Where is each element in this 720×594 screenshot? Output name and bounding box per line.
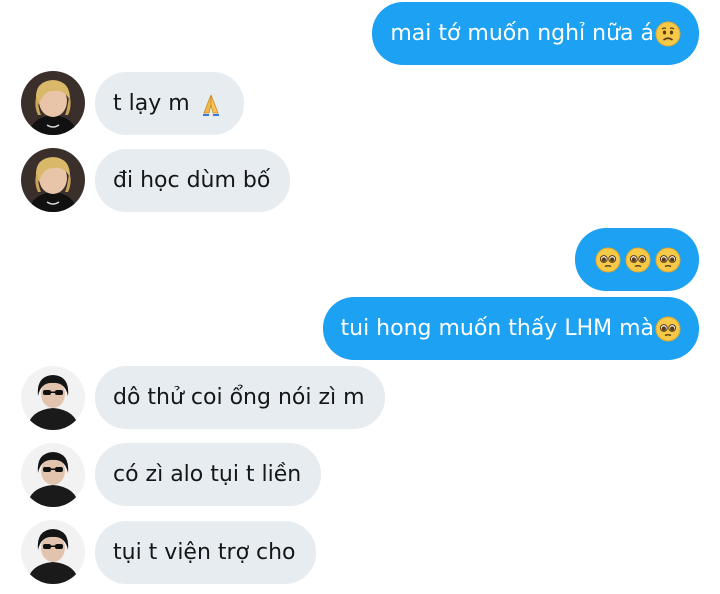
message-text: tụi t viện trợ cho [113, 540, 296, 565]
pleading-face-icon [595, 247, 621, 272]
folded-hands-icon [202, 94, 219, 116]
pleading-face-icon [655, 247, 681, 272]
dark-hair-avatar[interactable] [21, 443, 85, 507]
message-bubble[interactable] [575, 228, 699, 291]
message-incoming: có zì alo tụi t liền [95, 443, 322, 506]
message-incoming: t lạy m [95, 72, 244, 135]
message-text: mai tớ muốn nghỉ nữa á [390, 21, 654, 46]
message-text: có zì alo tụi t liền [113, 462, 302, 487]
message-incoming: đi học dùm bố [95, 149, 291, 212]
blonde-avatar[interactable] [21, 71, 85, 135]
message-incoming: tụi t viện trợ cho [95, 521, 316, 584]
message-bubble[interactable]: tui hong muốn thấy LHM mà [322, 297, 699, 360]
message-bubble[interactable]: dô thử coi ổng nói zì m [95, 366, 385, 429]
dark-hair-avatar[interactable] [21, 366, 85, 430]
worried-face-icon [655, 21, 681, 46]
message-text: đi học dùm bố [113, 168, 271, 193]
message-bubble[interactable]: tụi t viện trợ cho [95, 521, 316, 584]
message-bubble[interactable]: có zì alo tụi t liền [95, 443, 322, 506]
message-outgoing: tui hong muốn thấy LHM mà [322, 297, 699, 360]
message-bubble[interactable]: t lạy m [95, 72, 244, 135]
pleading-face-icon [625, 247, 651, 272]
message-outgoing: mai tớ muốn nghỉ nữa á [372, 2, 699, 65]
message-outgoing [575, 228, 699, 291]
message-text: tui hong muốn thấy LHM mà [340, 316, 655, 341]
blonde-avatar[interactable] [21, 148, 85, 212]
dark-hair-avatar[interactable] [21, 520, 85, 584]
message-bubble[interactable]: mai tớ muốn nghỉ nữa á [372, 2, 699, 65]
pleading-face-icon [655, 316, 681, 341]
message-bubble[interactable]: đi học dùm bố [95, 149, 291, 212]
message-text: t lạy m [113, 91, 190, 116]
chat-thread: mai tớ muốn nghỉ nữa á t lạy m đi học dù… [0, 0, 720, 594]
message-incoming: dô thử coi ổng nói zì m [95, 366, 385, 429]
message-text: dô thử coi ổng nói zì m [113, 385, 365, 410]
